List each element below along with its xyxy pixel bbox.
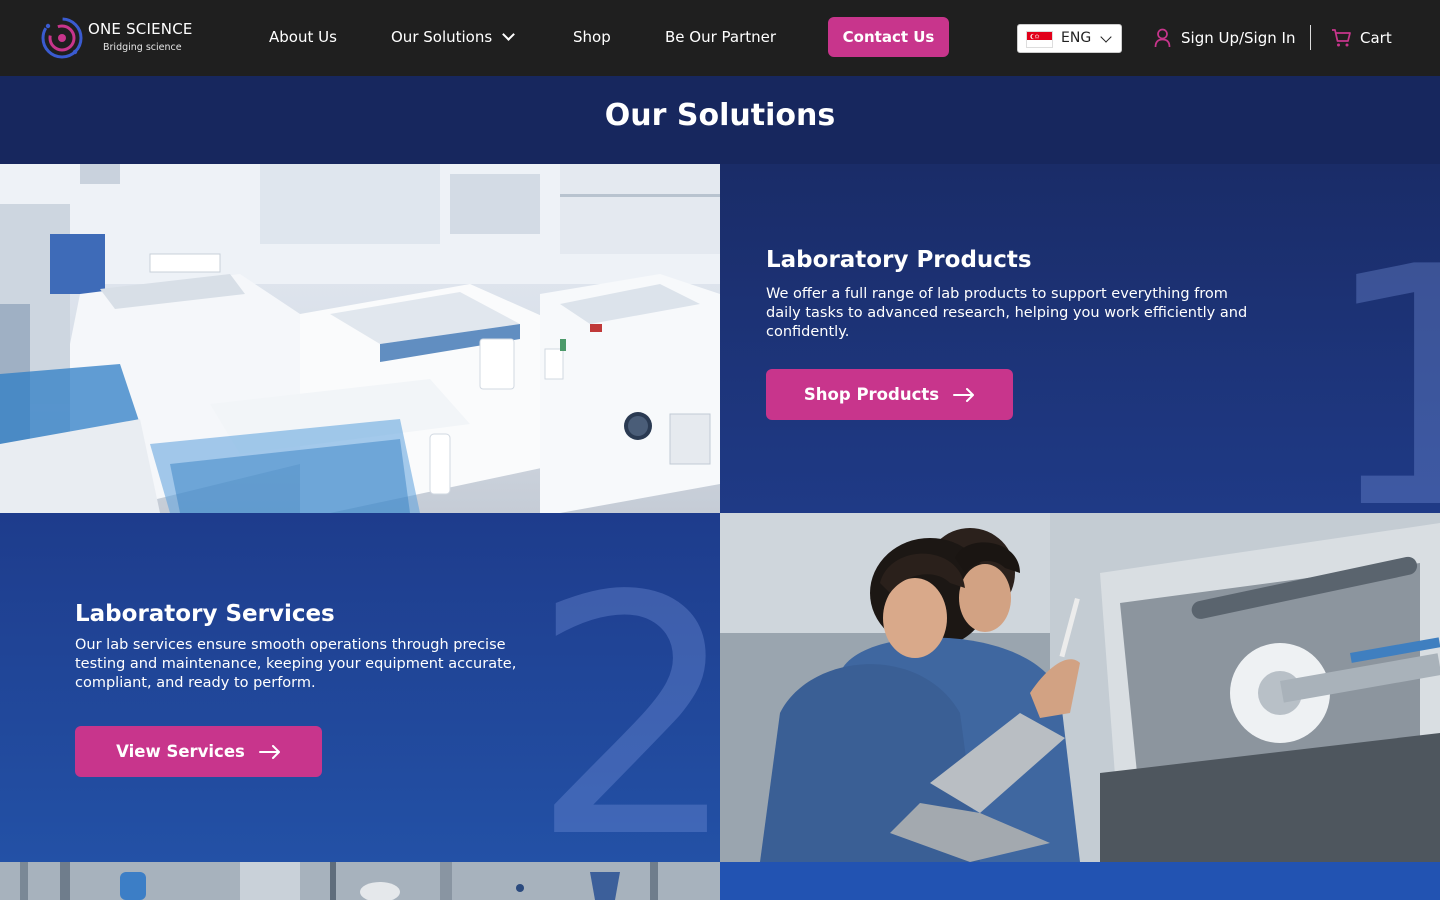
nav-be-our-partner[interactable]: Be Our Partner (665, 27, 776, 47)
contact-us-button[interactable]: Contact Us (828, 17, 949, 57)
view-services-label: View Services (116, 742, 245, 761)
laboratory-products-panel: 1 Laboratory Products We offer a full ra… (720, 164, 1440, 513)
language-selector[interactable]: ENG (1017, 24, 1122, 53)
cart-icon (1332, 29, 1351, 47)
laboratory-services-image (720, 513, 1440, 862)
solution-title: Laboratory Services (75, 601, 335, 627)
site-header: ONE SCIENCE Bridging science About Us Ou… (0, 0, 1440, 76)
sign-in-link[interactable]: Sign Up/Sign In (1154, 26, 1295, 50)
cart-label: Cart (1360, 29, 1392, 47)
brand-name: ONE SCIENCE (88, 20, 193, 38)
nav-our-solutions[interactable]: Our Solutions (391, 27, 516, 47)
section-title: Our Solutions (604, 98, 836, 133)
solutions-section-header: Our Solutions (0, 76, 1440, 164)
solution-description: Our lab services ensure smooth operation… (75, 637, 517, 691)
chevron-down-icon (502, 28, 516, 41)
solution-description: We offer a full range of lab products to… (766, 286, 1248, 340)
nav-shop[interactable]: Shop (573, 27, 611, 47)
cart-link[interactable]: Cart (1331, 26, 1392, 50)
brand-tagline: Bridging science (103, 42, 182, 53)
shop-products-button[interactable]: Shop Products (766, 369, 1013, 420)
solution-title: Laboratory Products (766, 247, 1032, 273)
brand-logo[interactable]: ONE SCIENCE Bridging science (40, 12, 210, 64)
chevron-down-icon (1100, 31, 1112, 43)
next-solution-panel (720, 862, 1440, 900)
sign-in-label: Sign Up/Sign In (1181, 29, 1296, 47)
next-solution-image (0, 862, 720, 900)
laboratory-services-panel: 2 Laboratory Services Our lab services e… (0, 513, 720, 862)
nav-our-solutions-label: Our Solutions (391, 28, 493, 46)
singapore-flag-icon (1026, 31, 1053, 48)
solution-number: 1 (1320, 197, 1440, 513)
header-divider (1310, 25, 1311, 50)
user-icon (1154, 28, 1171, 48)
logo-mark-icon (41, 17, 83, 59)
nav-about-us[interactable]: About Us (269, 27, 337, 47)
arrow-right-icon (258, 744, 280, 759)
arrow-right-icon (953, 387, 975, 402)
view-services-button[interactable]: View Services (75, 726, 322, 777)
language-label: ENG (1061, 30, 1092, 46)
solution-number: 2 (530, 526, 720, 862)
laboratory-products-image (0, 164, 720, 513)
shop-products-label: Shop Products (803, 385, 940, 404)
